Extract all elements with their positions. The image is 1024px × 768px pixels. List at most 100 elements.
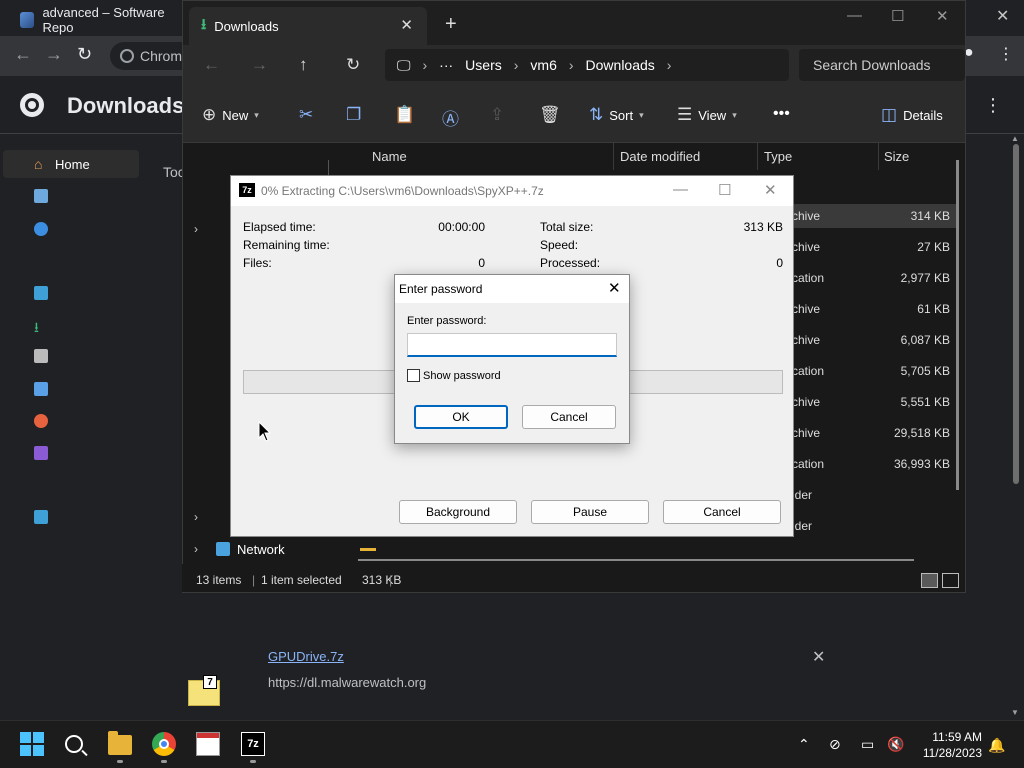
new-button[interactable]: ⊕ New ▾	[202, 105, 259, 125]
network-status-icon[interactable]: ⊘	[829, 736, 841, 753]
breadcrumb[interactable]: 🖵 › ··· Users › vm6 › Downloads ›	[385, 49, 789, 81]
sidebar-item-network[interactable]: Network	[237, 542, 285, 557]
chrome-icon[interactable]	[152, 732, 176, 756]
chrome-menu-icon[interactable]: ⋮	[998, 44, 1014, 64]
cut-button[interactable]: ✂	[299, 105, 313, 125]
expand-chevron-icon[interactable]: ›	[194, 222, 198, 236]
chevron-right-icon: ›	[666, 57, 672, 73]
desktop-icon[interactable]	[34, 286, 48, 300]
pictures-icon[interactable]	[34, 382, 48, 396]
close-icon[interactable]: ✕	[764, 181, 777, 199]
background-button[interactable]: Background	[399, 500, 517, 524]
cancel-extraction-button[interactable]: Cancel	[663, 500, 781, 524]
status-divider: |	[252, 573, 256, 587]
details-button[interactable]: ◫ Details	[881, 105, 943, 125]
notepad-icon[interactable]	[196, 732, 220, 756]
search-icon[interactable]	[65, 735, 83, 753]
scrollbar-thumb[interactable]	[1013, 144, 1019, 484]
password-field[interactable]	[407, 333, 617, 357]
pane-divider[interactable]	[328, 160, 329, 176]
breadcrumb-vm6[interactable]: vm6	[530, 57, 556, 73]
download-arrow-icon: ⭳	[201, 15, 207, 33]
column-size[interactable]: Size	[884, 149, 909, 164]
windows-logo-icon	[33, 745, 44, 756]
maximize-icon[interactable]: ☐	[891, 7, 904, 25]
start-button[interactable]	[20, 732, 44, 756]
explorer-tab[interactable]: ⭳ Downloads ✕	[189, 7, 427, 45]
file-explorer-icon[interactable]	[108, 731, 132, 755]
tiles-view-icon[interactable]	[942, 573, 959, 588]
downloads-icon[interactable]: ⭳	[34, 317, 48, 335]
pause-button[interactable]: Pause	[531, 500, 649, 524]
refresh-icon[interactable]: ↻	[346, 55, 360, 75]
view-label: View	[698, 107, 727, 123]
show-password-checkbox[interactable]	[407, 369, 420, 382]
chrome-back-icon[interactable]: ←	[14, 44, 32, 65]
back-icon[interactable]: ←	[203, 55, 220, 75]
documents-icon[interactable]	[34, 349, 48, 363]
this-pc-icon[interactable]: 🖵	[397, 57, 411, 74]
expand-chevron-icon[interactable]: ›	[194, 510, 198, 524]
chrome-site-icon	[120, 49, 134, 63]
show-password-label[interactable]: Show password	[423, 370, 501, 382]
view-button[interactable]: ☰ View ▾	[677, 105, 737, 125]
horizontal-scrollbar[interactable]	[358, 559, 914, 561]
column-divider[interactable]	[757, 142, 758, 170]
column-divider[interactable]	[613, 142, 614, 170]
forward-icon[interactable]: →	[251, 55, 268, 75]
display-icon[interactable]: ▭	[861, 736, 874, 753]
chrome-tab[interactable]: advanced – Software Repo	[12, 4, 184, 36]
this-pc-icon[interactable]	[34, 510, 48, 524]
rename-button[interactable]: Ⓐ	[442, 105, 459, 130]
network-icon[interactable]	[216, 542, 230, 556]
music-icon[interactable]	[34, 414, 48, 428]
gallery-icon[interactable]	[34, 189, 48, 203]
taskbar-clock[interactable]: 11:59 AM 11/28/2023	[900, 729, 982, 761]
column-date-modified[interactable]: Date modified	[620, 149, 700, 164]
column-name[interactable]: Name	[372, 149, 407, 164]
7zip-taskbar-icon[interactable]: 7z	[241, 732, 265, 756]
downloads-menu-icon[interactable]: ⋮	[984, 95, 1002, 116]
column-type[interactable]: Type	[764, 149, 792, 164]
breadcrumb-downloads[interactable]: Downloads	[586, 57, 655, 73]
chrome-close-icon[interactable]: ✕	[996, 6, 1009, 26]
copy-button[interactable]: ❐	[346, 105, 361, 125]
close-icon[interactable]: ✕	[608, 279, 621, 297]
onedrive-icon[interactable]	[34, 222, 48, 236]
more-locations-icon[interactable]: ···	[439, 57, 453, 73]
delete-button[interactable]: 🗑	[539, 105, 561, 125]
search-input[interactable]: Search Downloads	[799, 49, 965, 81]
videos-icon[interactable]	[34, 446, 48, 460]
sort-button[interactable]: ⇅ Sort ▾	[589, 105, 644, 125]
scroll-down-icon[interactable]: ▼	[1011, 708, 1019, 717]
chrome-reload-icon[interactable]: ↻	[77, 44, 92, 65]
item-count: 13 items	[196, 573, 242, 587]
details-view-icon[interactable]	[921, 573, 938, 588]
share-button[interactable]: ⇪	[490, 105, 504, 125]
maximize-icon[interactable]: ☐	[718, 181, 731, 199]
chrome-scrollbar[interactable]: ▲ ▼	[1008, 134, 1024, 720]
more-options-button[interactable]: •••	[773, 105, 790, 123]
download-file-link[interactable]: GPUDrive.7z	[268, 649, 344, 664]
cancel-button[interactable]: Cancel	[522, 405, 616, 429]
remove-download-icon[interactable]: ✕	[812, 647, 825, 667]
up-icon[interactable]: ↑	[299, 55, 308, 75]
file-type-cell: cation	[792, 271, 825, 285]
new-tab-icon[interactable]: +	[445, 13, 457, 36]
chrome-forward-icon[interactable]: →	[45, 44, 63, 65]
windows-logo-icon	[20, 732, 31, 743]
notification-bell-icon[interactable]: 🔔	[988, 737, 1005, 754]
chevron-up-icon[interactable]: ⌃	[798, 736, 810, 753]
vertical-scrollbar[interactable]	[956, 160, 959, 490]
close-tab-icon[interactable]: ✕	[400, 16, 413, 34]
minimize-icon[interactable]: —	[847, 7, 862, 24]
file-size-cell: 2,977 KB	[900, 271, 950, 285]
ok-button[interactable]: OK	[414, 405, 508, 429]
paste-button[interactable]: 📋	[394, 105, 415, 125]
column-divider[interactable]	[878, 142, 879, 170]
minimize-icon[interactable]: —	[673, 181, 688, 198]
scroll-up-icon[interactable]: ▲	[1011, 134, 1019, 143]
expand-chevron-icon[interactable]: ›	[194, 542, 198, 556]
close-window-icon[interactable]: ✕	[936, 7, 949, 25]
breadcrumb-users[interactable]: Users	[465, 57, 502, 73]
